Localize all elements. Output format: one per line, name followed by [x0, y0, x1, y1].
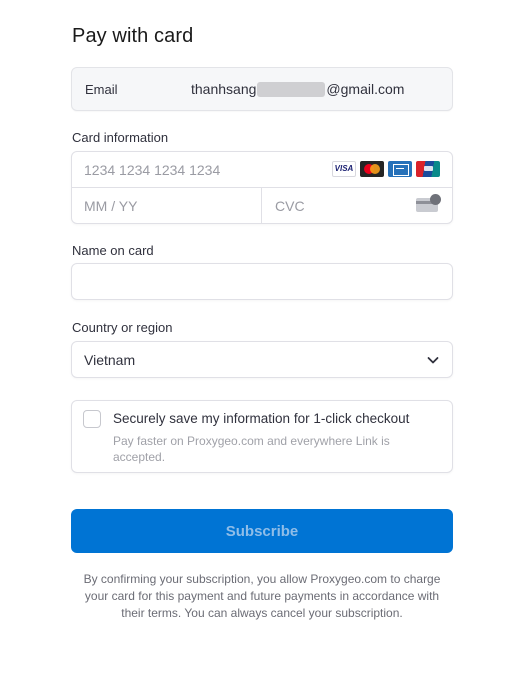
- visa-icon: VISA: [332, 161, 356, 177]
- email-display: Email thanhsang @gmail.com: [71, 67, 453, 111]
- save-info-description: Pay faster on Proxygeo.com and everywher…: [113, 434, 390, 464]
- save-info-title: Securely save my information for 1-click…: [113, 411, 410, 426]
- name-on-card-input[interactable]: [71, 263, 453, 300]
- name-on-card-label: Name on card: [72, 243, 154, 258]
- card-information-label: Card information: [72, 130, 169, 145]
- email-suffix: @gmail.com: [326, 81, 405, 97]
- email-value: thanhsang @gmail.com: [191, 81, 404, 97]
- unionpay-icon: [416, 161, 440, 177]
- card-number-row: VISA: [72, 152, 452, 188]
- card-brands: VISA: [332, 161, 440, 177]
- card-cvc-input[interactable]: [275, 196, 395, 216]
- mastercard-icon: [360, 161, 384, 177]
- subscribe-button[interactable]: Subscribe: [71, 509, 453, 553]
- cvc-card-icon: [416, 194, 441, 213]
- email-label: Email: [85, 82, 118, 97]
- card-number-input[interactable]: [84, 160, 324, 180]
- country-label: Country or region: [72, 320, 173, 335]
- chevron-down-icon: [427, 357, 439, 364]
- email-prefix: thanhsang: [191, 81, 257, 97]
- card-expiry-input[interactable]: [84, 196, 244, 216]
- card-information-group: VISA: [71, 151, 453, 224]
- email-redaction: [257, 81, 326, 97]
- amex-icon: [388, 161, 412, 177]
- card-expiry-cell: [72, 188, 262, 224]
- terms-text: By confirming your subscription, you all…: [83, 572, 441, 620]
- country-select[interactable]: Vietnam: [71, 341, 453, 378]
- page-title: Pay with card: [72, 25, 194, 47]
- card-cvc-cell: [262, 188, 452, 224]
- country-value: Vietnam: [84, 352, 136, 368]
- save-info-box: Securely save my information for 1-click…: [71, 400, 453, 473]
- save-info-checkbox[interactable]: [83, 410, 101, 428]
